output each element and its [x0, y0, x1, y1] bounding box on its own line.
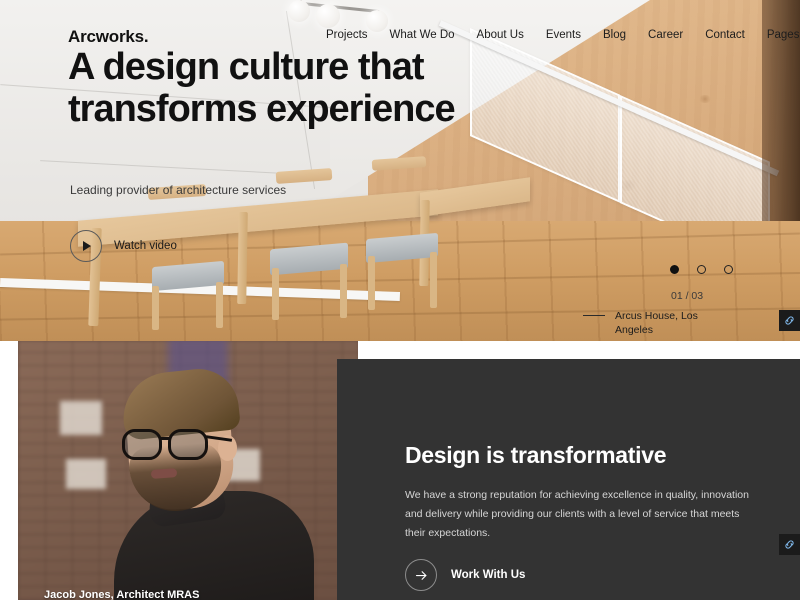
slider-dot-3[interactable] — [724, 265, 733, 274]
watch-video-button[interactable]: Watch video — [70, 230, 177, 262]
arrow-right-icon — [405, 559, 437, 591]
slider-dots — [670, 265, 733, 274]
slider-dot-1[interactable] — [670, 265, 679, 274]
hero-headline: A design culture that transforms experie… — [68, 46, 456, 130]
link-icon — [785, 540, 794, 549]
slide-caption: Arcus House, Los Angeles — [583, 309, 710, 337]
eyeglasses-left-lens — [122, 429, 162, 460]
table-leg — [237, 211, 248, 305]
nav-item-about-us[interactable]: About Us — [477, 29, 524, 41]
eyeglasses-right-lens — [168, 429, 208, 460]
caption-dash-icon — [583, 315, 605, 317]
nav-item-what-we-do[interactable]: What We Do — [390, 29, 455, 41]
link-badge-top[interactable] — [779, 310, 800, 331]
chair-leg — [216, 282, 223, 328]
main-nav: Projects What We Do About Us Events Blog… — [326, 29, 799, 41]
panel-body-text: We have a strong reputation for achievin… — [405, 489, 749, 539]
design-is-transformative-panel: Design is transformative We have a stron… — [337, 359, 800, 600]
hero-section: Arcworks. Projects What We Do About Us E… — [0, 0, 800, 341]
nav-item-events[interactable]: Events — [546, 29, 581, 41]
nav-item-pages[interactable]: Pages — [767, 29, 800, 41]
nav-item-blog[interactable]: Blog — [603, 29, 626, 41]
link-badge-bottom[interactable] — [779, 534, 800, 555]
architect-photo — [18, 341, 358, 600]
watch-video-label: Watch video — [114, 240, 177, 252]
nav-item-contact[interactable]: Contact — [705, 29, 745, 41]
site-logo[interactable]: Arcworks. — [68, 27, 149, 47]
play-icon — [70, 230, 102, 262]
nav-item-projects[interactable]: Projects — [326, 29, 368, 41]
slide-caption-text: Arcus House, Los Angeles — [615, 310, 698, 336]
slide-counter: 01 / 03 — [671, 290, 704, 302]
hero-subtitle: Leading provider of architecture service… — [70, 183, 287, 197]
top-navigation-bar: Arcworks. Projects What We Do About Us E… — [0, 0, 800, 56]
link-icon — [785, 316, 794, 325]
chair-leg — [272, 268, 279, 320]
nav-item-career[interactable]: Career — [648, 29, 683, 41]
mouth — [150, 468, 178, 479]
chair-leg — [368, 256, 375, 310]
eyeglasses-bridge — [161, 437, 171, 440]
work-with-us-button[interactable]: Work With Us — [405, 559, 525, 591]
chair-leg — [430, 252, 437, 308]
chair-leg — [340, 264, 347, 318]
slider-dot-2[interactable] — [697, 265, 706, 274]
work-with-us-label: Work With Us — [451, 569, 526, 581]
architect-portrait-card: Jacob Jones, Architect MRAS — [18, 341, 358, 600]
panel-title: Design is transformative — [405, 442, 667, 468]
chair-leg — [152, 286, 159, 330]
portrait-caption: Jacob Jones, Architect MRAS — [44, 589, 200, 600]
wood-knot — [698, 95, 712, 103]
